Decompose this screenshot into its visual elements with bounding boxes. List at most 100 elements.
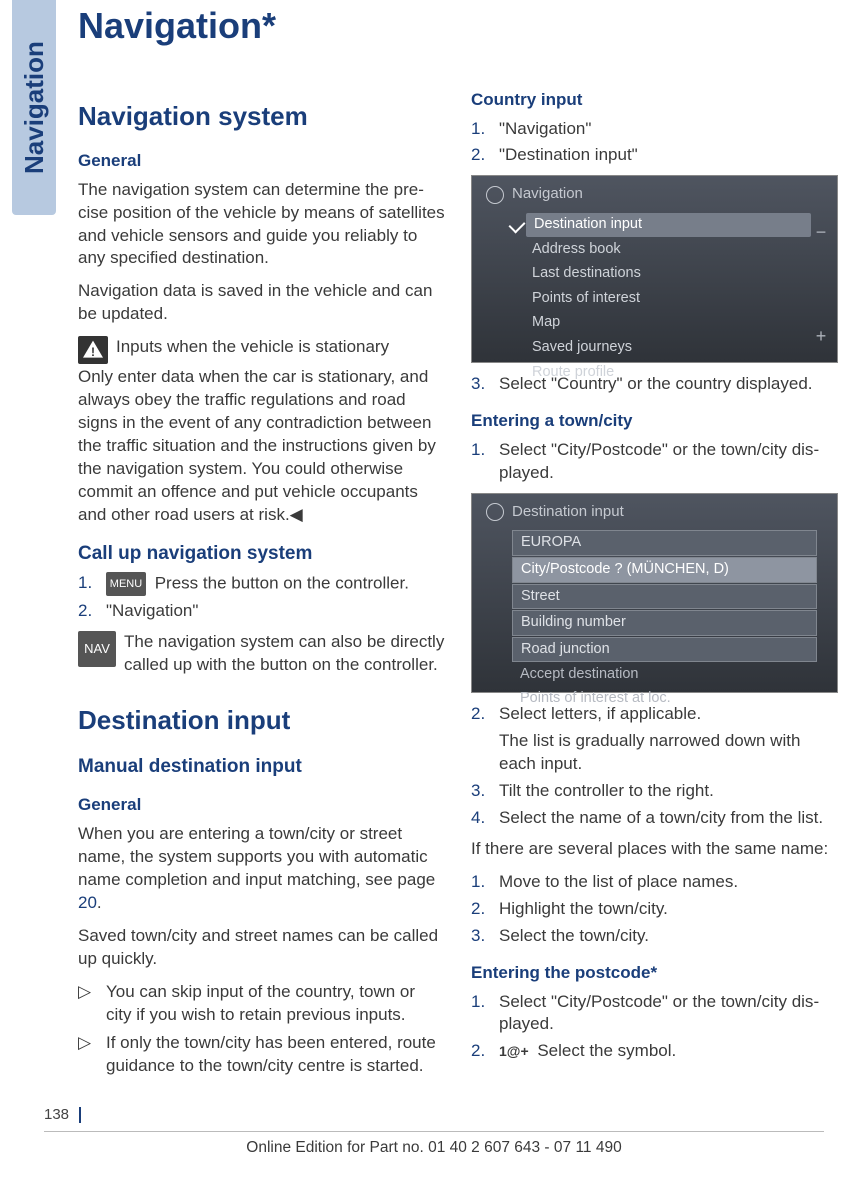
warning-body: Only enter data when the car is stationa… xyxy=(78,366,445,527)
screenshot-destination-input: Destination input EUROPA City/Postcode ?… xyxy=(471,493,838,693)
town-step-4-text: Select the name of a town/city from the … xyxy=(499,807,823,830)
heading-callup: Call up navigation system xyxy=(78,541,445,567)
screenshot-menu-list: Destination input Address book Last dest… xyxy=(472,213,837,385)
symbol-1at-plus: 1@+ xyxy=(499,1042,529,1061)
town-step-1: 1.Select "City/Postcode" or the town/cit… xyxy=(471,439,838,485)
para-manual-1a: When you are entering a town/city or str… xyxy=(78,824,435,889)
warning-title: Inputs when the vehicle is stationary xyxy=(116,336,389,364)
country-step-1-text: "Navigation" xyxy=(499,118,591,141)
postcode-step-1: 1.Select "City/Postcode" or the town/cit… xyxy=(471,991,838,1037)
para-general-1: The navigation system can determine the … xyxy=(78,179,445,271)
postcode-step-2-text: Select the symbol. xyxy=(533,1041,677,1060)
step-number: 2. xyxy=(471,898,499,921)
dest-item-city-postcode: City/Postcode ? (MÜNCHEN, D) xyxy=(512,557,817,583)
heading-postcode: Entering the postcode* xyxy=(471,962,838,985)
town-step-1-text: Select "City/Postcode" or the town/city … xyxy=(499,439,838,485)
screenshot-navigation-menu: − + Navigation Destination input Address… xyxy=(471,175,838,363)
callup-step-1: 1. MENU Press the button on the controll… xyxy=(78,572,445,596)
triangle-bullet-icon: ▷ xyxy=(78,1032,106,1078)
side-tab: Navigation xyxy=(12,0,56,215)
heading-manual-dest: Manual destination input xyxy=(78,754,445,780)
menu-button-icon: MENU xyxy=(106,572,146,596)
step-number: 1. xyxy=(471,871,499,894)
step-number: 1. xyxy=(471,991,499,1037)
page-number: 138 xyxy=(44,1105,69,1125)
callup-step-2: 2. "Navigation" xyxy=(78,600,445,623)
subheading-general-2: General xyxy=(78,794,445,817)
town-step-2b-text: The list is gradually narrowed down with… xyxy=(499,730,838,776)
check-icon xyxy=(509,216,526,233)
step-number: 2. xyxy=(471,1040,499,1063)
same-step-2-text: Highlight the town/city. xyxy=(499,898,668,921)
dest-item: EUROPA xyxy=(512,530,817,556)
bullet-2-text: If only the town/city has been entered, … xyxy=(106,1032,445,1078)
dest-item: Accept destination xyxy=(512,663,837,687)
step-number: 2. xyxy=(78,600,106,623)
dest-item: Street xyxy=(512,584,817,610)
screenshot-title: Navigation xyxy=(472,184,837,212)
nav-tip-text: The navigation system can also be direct… xyxy=(124,631,445,677)
right-column: Country input 1."Navigation" 2."Destinat… xyxy=(471,89,838,1087)
page-content: Navigation* Navigation system General Th… xyxy=(78,2,838,1086)
para-general-2: Navigation data is saved in the vehicle … xyxy=(78,280,445,326)
screenshot-menu-list: EUROPA City/Postcode ? (MÜNCHEN, D) Stre… xyxy=(472,530,837,710)
step-number: 2. xyxy=(471,703,499,776)
bullet-1: ▷You can skip input of the country, town… xyxy=(78,981,445,1027)
screenshot-title: Destination input xyxy=(472,502,837,530)
dest-item: Road junction xyxy=(512,637,817,663)
heading-dest-input: Destination input xyxy=(78,703,445,738)
step-number: 2. xyxy=(471,144,499,167)
menu-item: Map xyxy=(526,311,837,336)
screenshot-title-text: Destination input xyxy=(512,502,624,522)
step-2-text: "Navigation" xyxy=(106,600,198,623)
side-tab-label: Navigation xyxy=(16,41,51,174)
step-content: MENU Press the button on the controller. xyxy=(106,572,409,596)
town-step-2: 2. Select letters, if applicable. The li… xyxy=(471,703,838,776)
menu-item: Points of interest xyxy=(526,286,837,311)
step-1-text: Press the button on the controller. xyxy=(150,574,409,593)
step-number: 4. xyxy=(471,807,499,830)
screenshot-title-text: Navigation xyxy=(512,184,583,204)
nav-button-icon: NAV xyxy=(78,631,116,667)
postcode-step-1-text: Select "City/Postcode" or the town/city … xyxy=(499,991,838,1037)
back-circle-icon xyxy=(486,503,504,521)
postcode-step-2-content: 1@+ Select the symbol. xyxy=(499,1040,676,1063)
same-step-1: 1.Move to the list of place names. xyxy=(471,871,838,894)
bullet-2: ▷If only the town/city has been entered,… xyxy=(78,1032,445,1078)
town-step-4: 4.Select the name of a town/city from th… xyxy=(471,807,838,830)
town-step-3: 3.Tilt the controller to the right. xyxy=(471,780,838,803)
page-link-20[interactable]: 20 xyxy=(78,893,97,912)
step-number: 1. xyxy=(471,118,499,141)
town-step-2-content: Select letters, if applicable. The list … xyxy=(499,703,838,776)
warning-block: Inputs when the vehicle is stationary xyxy=(78,336,445,364)
dest-item: Building number xyxy=(512,610,817,636)
step-number: 1. xyxy=(78,572,106,596)
menu-item: Route profile xyxy=(526,360,837,385)
step-number: 3. xyxy=(471,780,499,803)
warning-icon xyxy=(78,336,108,364)
town-step-3-text: Tilt the controller to the right. xyxy=(499,780,714,803)
country-step-1: 1."Navigation" xyxy=(471,118,838,141)
footer-divider xyxy=(79,1107,81,1123)
bullet-1-text: You can skip input of the country, town … xyxy=(106,981,445,1027)
footer-edition-line: Online Edition for Part no. 01 40 2 607 … xyxy=(44,1131,824,1159)
menu-item-destination-input: Destination input xyxy=(526,213,811,238)
country-step-2-text: "Destination input" xyxy=(499,144,638,167)
same-step-2: 2.Highlight the town/city. xyxy=(471,898,838,921)
page-footer: 138 Online Edition for Part no. 01 40 2 … xyxy=(44,1105,824,1159)
nav-circle-icon xyxy=(486,186,504,204)
heading-country-input: Country input xyxy=(471,89,838,112)
same-step-3: 3.Select the town/city. xyxy=(471,925,838,948)
triangle-bullet-icon: ▷ xyxy=(78,981,106,1027)
left-column: Navigation system General The navigation… xyxy=(78,89,445,1087)
menu-item-text: Destination input xyxy=(534,215,642,235)
postcode-step-2: 2. 1@+ Select the symbol. xyxy=(471,1040,838,1063)
nav-tip-row: NAV The navigation system can also be di… xyxy=(78,631,445,677)
heading-nav-system: Navigation system xyxy=(78,99,445,134)
plus-icon: + xyxy=(811,324,831,344)
menu-item: Saved journeys xyxy=(526,335,837,360)
subheading-general: General xyxy=(78,150,445,173)
para-manual-2: Saved town/city and street names can be … xyxy=(78,925,445,971)
menu-item: Address book xyxy=(526,237,837,262)
dest-item: Points of interest at loc. xyxy=(512,687,837,711)
